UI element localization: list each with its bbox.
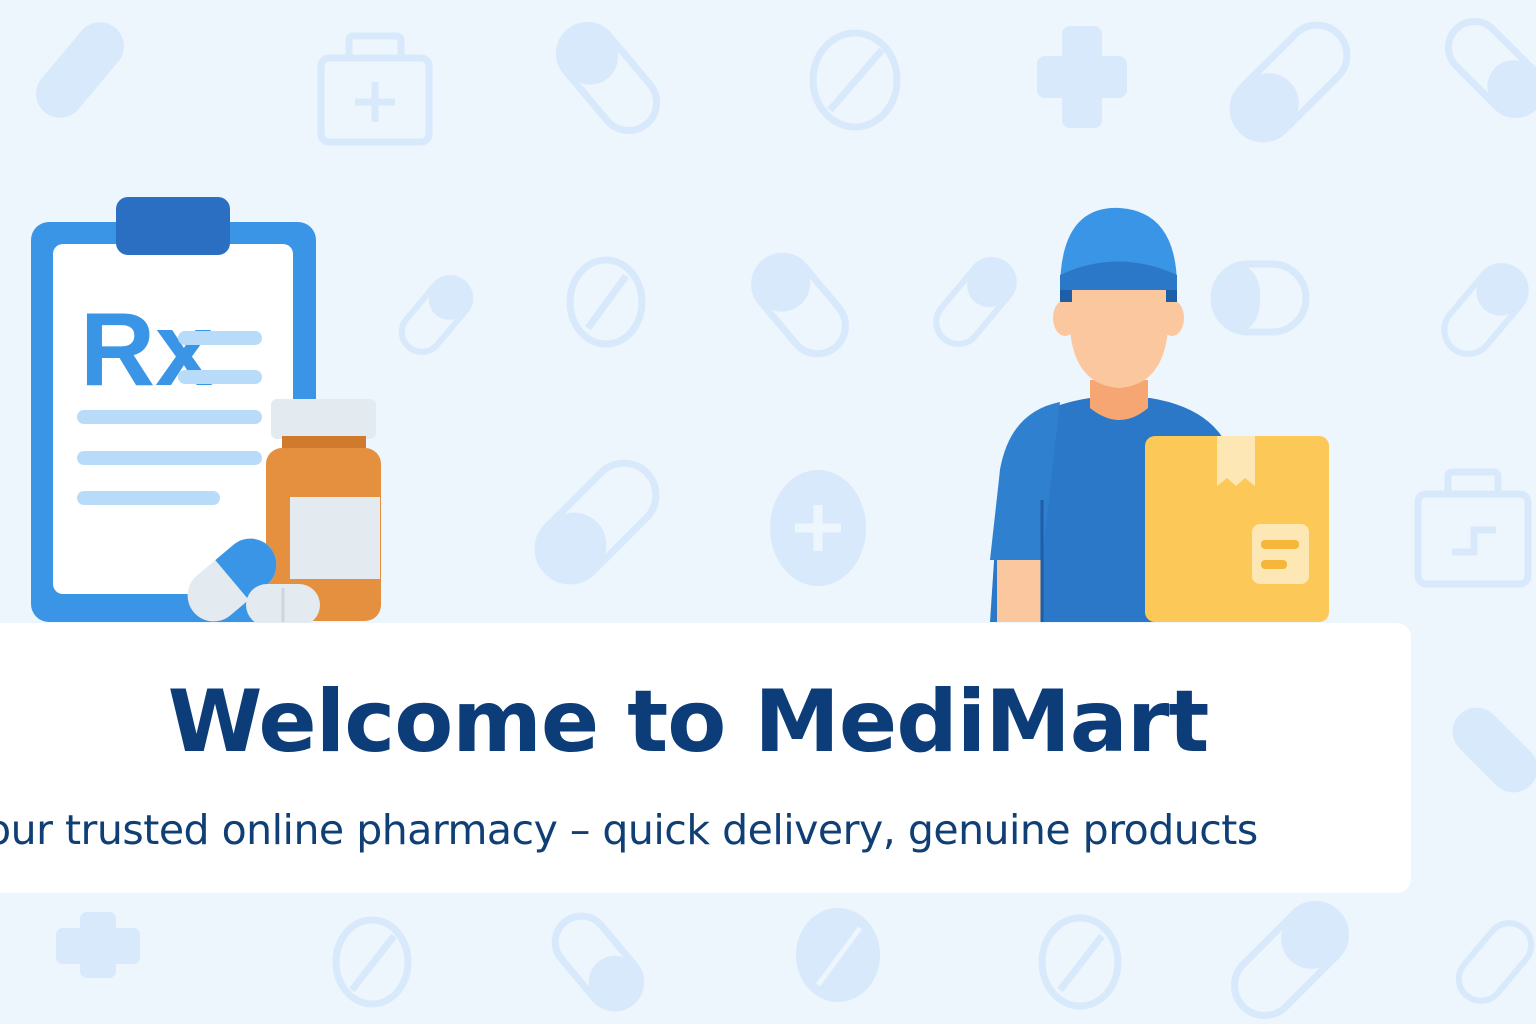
rx-symbol: Rx — [80, 292, 213, 408]
page-subtitle: our trusted online pharmacy – quick deli… — [0, 806, 1258, 854]
delivery-person-with-package — [990, 207, 1329, 622]
page-title: Welcome to MediMart — [167, 672, 1210, 772]
package-icon — [1145, 436, 1329, 622]
tablet-icon — [246, 584, 320, 626]
